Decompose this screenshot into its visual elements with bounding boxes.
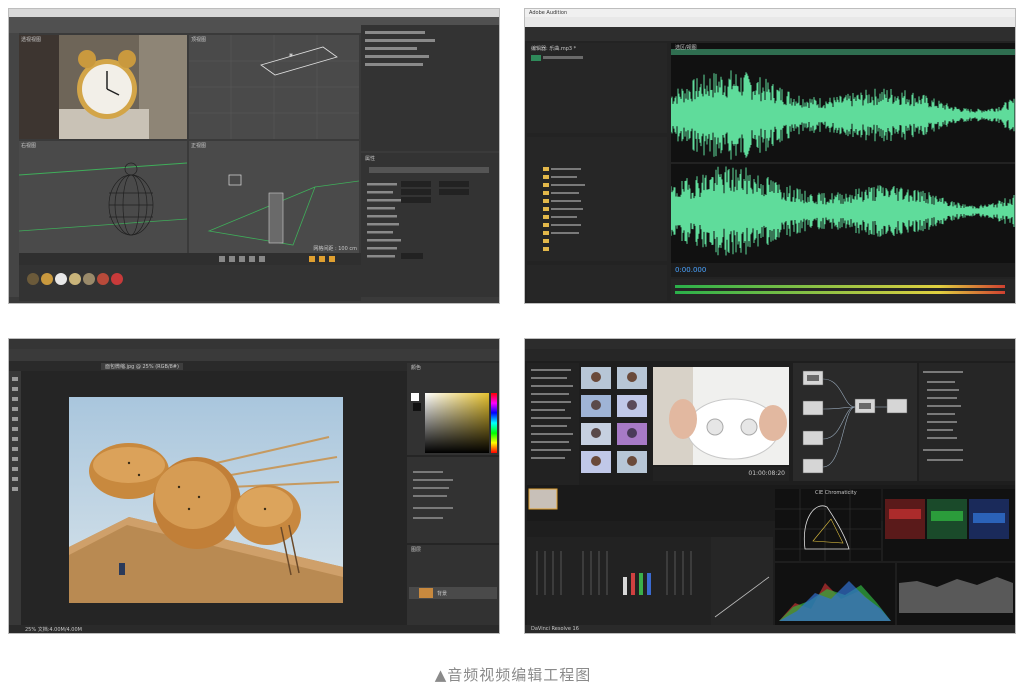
ps-layers-title: 图层: [411, 547, 422, 553]
dr-rgb-parade: [883, 489, 1015, 561]
ps-tools-column[interactable]: [9, 371, 21, 625]
resolve-screenshot: 01:00:08:20 CIE Chromaticity DaVinci Res…: [524, 338, 1016, 634]
c4d-front-viewport[interactable]: 正视图 网格间距 : 100 cm: [189, 141, 359, 253]
c4d-menu-bar: [9, 9, 499, 17]
au-file-name: 编辑器: 乐曲.mp3 *: [531, 46, 577, 52]
dr-node-editor[interactable]: [793, 363, 917, 481]
au-level-meter: [671, 279, 1015, 301]
au-selection-label: 选区/视图: [675, 45, 697, 51]
c4d-attributes-panel[interactable]: 属性: [361, 153, 499, 297]
au-media-browser[interactable]: [527, 137, 667, 261]
ps-status-bar: 25% 文档:4.00M/4.00M: [9, 625, 499, 633]
ps-properties-panel[interactable]: [407, 457, 499, 543]
audition-screenshot: Adobe Audition 编辑器: 乐曲.mp3 * 选区/视图 0:00.…: [524, 8, 1016, 304]
au-time-readout: 0:00.000: [675, 266, 707, 274]
c4d-timeline[interactable]: [19, 253, 361, 265]
svg-text:*: *: [289, 52, 293, 61]
ps-document-tab[interactable]: 面包微缩.jpg @ 25% (RGB/8#): [101, 363, 183, 370]
dr-viewer-controls[interactable]: 01:00:08:20: [653, 467, 789, 481]
au-transport-bar[interactable]: 0:00.000: [671, 263, 1015, 277]
dr-toolbar[interactable]: [525, 349, 1015, 361]
ps-menu-bar[interactable]: [9, 339, 499, 349]
c4d-right-viewport[interactable]: 右视图: [19, 141, 187, 253]
dr-viewer-image: [653, 367, 789, 465]
c4d-perspective-viewport[interactable]: 透视视图: [19, 35, 187, 139]
bread-photo: [69, 397, 343, 603]
dr-cie-scope: CIE Chromaticity: [775, 489, 881, 561]
dr-title-bar[interactable]: [525, 339, 1015, 349]
au-app-title: Adobe Audition: [529, 10, 568, 16]
ps-layers-panel[interactable]: 图层 背景: [407, 545, 499, 625]
ps-status-text: 25% 文档:4.00M/4.00M: [25, 627, 82, 633]
stereo-waveform: [671, 49, 1015, 256]
au-toolbar[interactable]: [525, 27, 1015, 41]
dr-app-name: DaVinci Resolve 16: [531, 626, 579, 632]
dr-scope-title: CIE Chromaticity: [815, 490, 857, 496]
dr-viewer[interactable]: [653, 367, 789, 465]
au-history-panel[interactable]: [527, 265, 667, 301]
au-waveform-editor[interactable]: 选区/视图: [671, 43, 1015, 263]
au-title-bar: Adobe Audition: [525, 9, 1015, 17]
clock-render-image: [19, 35, 187, 139]
dr-color-wheels[interactable]: [527, 537, 711, 627]
persp-view-label: 透视视图: [21, 37, 42, 43]
dr-stills-grid[interactable]: [581, 367, 649, 483]
cinema4d-screenshot: 透视视图 * 顶视图 右视图 正视图 网格间距: 100 cm 属性: [8, 8, 500, 304]
dr-gallery-list[interactable]: [527, 363, 579, 485]
right-view-label: 右视图: [21, 143, 37, 149]
dr-page-bar[interactable]: DaVinci Resolve 16: [525, 625, 1015, 633]
front-view-label: 正视图: [191, 143, 207, 149]
c4d-left-tools[interactable]: [9, 33, 19, 297]
figure-caption: ▲音频视频编辑工程图: [434, 666, 592, 684]
c4d-top-viewport[interactable]: * 顶视图: [189, 35, 359, 139]
attributes-title: 属性: [365, 156, 376, 162]
ps-canvas[interactable]: [69, 397, 343, 603]
dr-curves[interactable]: [711, 537, 773, 627]
ps-color-panel-title: 颜色: [411, 365, 422, 371]
top-view-label: 顶视图: [191, 37, 207, 43]
grid-spacing-note: 网格间距 : 100 cm: [313, 246, 357, 252]
c4d-material-manager[interactable]: [19, 265, 361, 301]
dr-histogram: [775, 563, 895, 625]
dr-effects-library[interactable]: [919, 363, 1015, 481]
au-menu-bar[interactable]: [525, 17, 1015, 27]
ps-options-bar[interactable]: [9, 349, 499, 361]
dr-timecode: 01:00:08:20: [748, 470, 785, 477]
ps-layer-row[interactable]: 背景: [409, 587, 497, 599]
ps-layer-name: 背景: [437, 591, 448, 597]
photoshop-screenshot: 面包微缩.jpg @ 25% (RGB/8#) 颜色 图层 背景 25% 文档:…: [8, 338, 500, 634]
au-files-panel[interactable]: 编辑器: 乐曲.mp3 *: [527, 43, 667, 133]
ps-color-panel[interactable]: 颜色: [407, 363, 499, 455]
dr-waveform-scope: [897, 563, 1015, 625]
c4d-object-manager[interactable]: [361, 25, 499, 151]
